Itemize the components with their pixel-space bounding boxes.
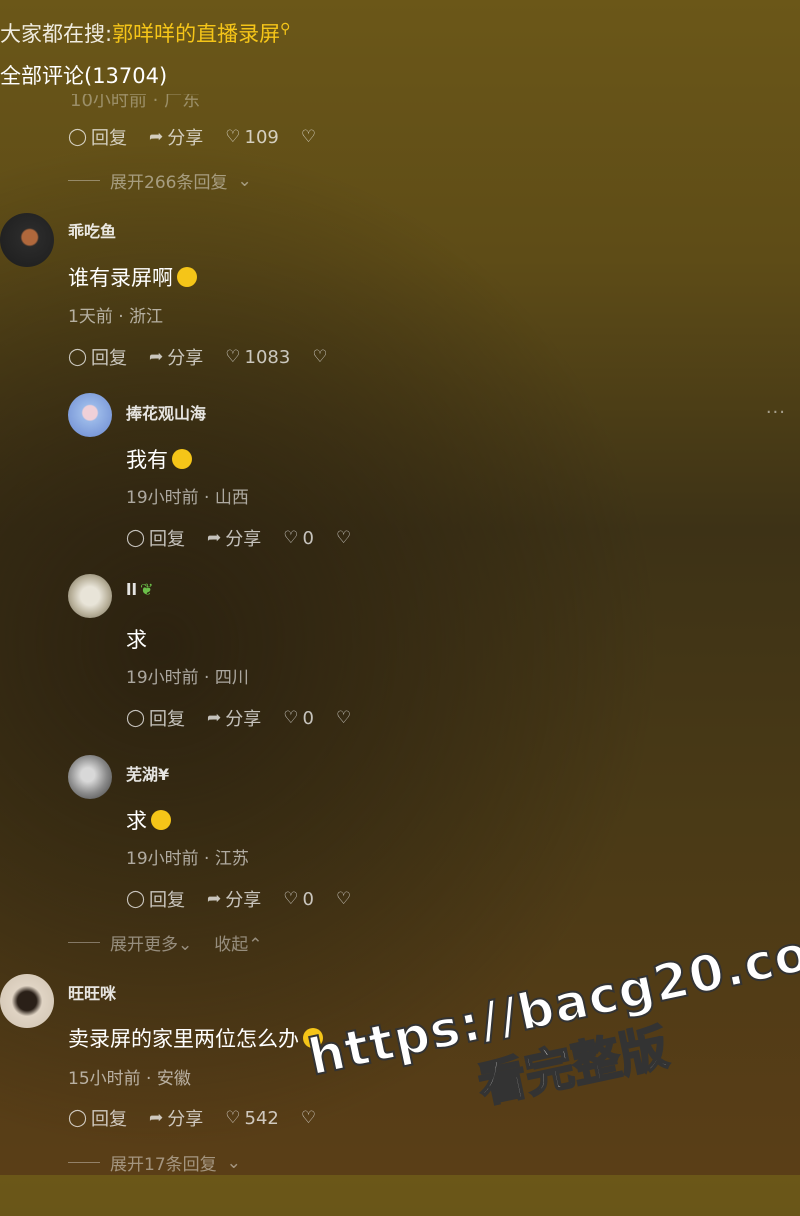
dislike-button[interactable]: ♡ xyxy=(335,888,352,909)
heart-icon: ♡ xyxy=(283,527,299,548)
share-icon: ➦ xyxy=(149,126,164,147)
heart-icon: ♡ xyxy=(225,126,241,147)
reply-button[interactable]: ◯ 回复 xyxy=(68,1105,127,1131)
share-button[interactable]: ➦ 分享 xyxy=(207,886,261,912)
broken-heart-icon: ♡ xyxy=(300,1107,317,1128)
search-suggestion[interactable]: 大家都在搜:郭咩咩的直播录屏⚲ xyxy=(0,18,290,48)
share-button[interactable]: ➦ 分享 xyxy=(149,344,203,370)
search-suggestion-keyword[interactable]: 郭咩咩的直播录屏 xyxy=(112,22,280,46)
watermark: https://bacg20.com 看完整版 xyxy=(302,912,800,1216)
reply-text: 求 xyxy=(126,628,147,652)
avatar[interactable] xyxy=(68,393,112,437)
reply-icon: ◯ xyxy=(68,126,88,147)
comment-actions: ◯ 回复 ➦ 分享 ♡ 542 ♡ xyxy=(68,1105,316,1131)
reply-button[interactable]: ◯ 回复 xyxy=(126,525,185,551)
like-button[interactable]: ♡ 542 xyxy=(225,1108,279,1129)
expand-collapse-row: 展开更多⌄ 收起⌃ xyxy=(68,930,263,955)
like-button[interactable]: ♡ 0 xyxy=(283,889,314,910)
reply-icon: ◯ xyxy=(126,527,146,548)
heart-icon: ♡ xyxy=(225,346,241,367)
comment-actions: ◯ 回复 ➦ 分享 ♡ 1083 ♡ xyxy=(68,344,328,370)
broken-heart-icon: ♡ xyxy=(300,126,317,147)
crying-emoji-icon xyxy=(151,810,171,830)
comment-username[interactable]: 乖吃鱼 xyxy=(68,218,116,242)
reply-meta: 19小时前 · 江苏 xyxy=(126,849,249,869)
divider xyxy=(68,180,100,181)
more-options-icon[interactable]: ··· xyxy=(766,402,786,423)
divider xyxy=(68,1162,100,1163)
dislike-button[interactable]: ♡ xyxy=(312,346,328,367)
avatar[interactable] xyxy=(0,974,54,1028)
reply-username[interactable]: ll ❦ xyxy=(126,580,153,599)
crying-emoji-icon xyxy=(177,267,197,287)
reply-username[interactable]: 芜湖¥ xyxy=(126,761,169,785)
chevron-down-icon: ⌄ xyxy=(226,1152,241,1173)
expand-more-button[interactable]: 展开更多⌄ xyxy=(110,930,192,955)
share-icon: ➦ xyxy=(207,527,222,548)
reply-icon: ◯ xyxy=(68,346,88,367)
comment-meta: 15小时前 · 安徽 xyxy=(68,1069,191,1089)
reply-username[interactable]: 捧花观山海 xyxy=(126,400,206,424)
comments-total: 全部评论(13704) xyxy=(0,64,168,88)
like-button[interactable]: ♡ 1083 xyxy=(225,347,290,368)
reply-actions: ◯ 回复 ➦ 分享 ♡ 0 ♡ xyxy=(126,705,351,731)
reply-actions: ◯ 回复 ➦ 分享 ♡ 0 ♡ xyxy=(126,525,351,551)
reply-meta: 19小时前 · 山西 xyxy=(126,488,249,508)
share-icon: ➦ xyxy=(207,888,222,909)
reply-button[interactable]: ◯ 回复 xyxy=(68,124,127,150)
broken-heart-icon: ♡ xyxy=(335,888,352,909)
reply-text: 我有 xyxy=(126,444,192,474)
share-button[interactable]: ➦ 分享 xyxy=(149,1105,203,1131)
reply-button[interactable]: ◯ 回复 xyxy=(126,705,185,731)
reply-button[interactable]: ◯ 回复 xyxy=(68,344,127,370)
broken-heart-icon: ♡ xyxy=(335,707,352,728)
share-button[interactable]: ➦ 分享 xyxy=(149,124,203,150)
broken-heart-icon: ♡ xyxy=(312,346,328,367)
chevron-up-icon: ⌃ xyxy=(248,935,263,955)
like-button[interactable]: ♡ 109 xyxy=(225,127,279,148)
share-icon: ➦ xyxy=(149,1107,164,1128)
like-button[interactable]: ♡ 0 xyxy=(283,708,314,729)
search-icon: ⚲ xyxy=(280,21,291,37)
collapse-button[interactable]: 收起⌃ xyxy=(214,930,262,955)
dislike-button[interactable]: ♡ xyxy=(335,527,352,548)
reply-actions: ◯ 回复 ➦ 分享 ♡ 0 ♡ xyxy=(126,886,351,912)
chevron-down-icon: ⌄ xyxy=(178,935,193,955)
search-suggestion-prefix: 大家都在搜: xyxy=(0,22,113,46)
share-icon: ➦ xyxy=(149,346,164,367)
comment-actions: ◯ 回复 ➦ 分享 ♡ 109 ♡ xyxy=(68,124,316,150)
share-button[interactable]: ➦ 分享 xyxy=(207,525,261,551)
reply-meta: 19小时前 · 四川 xyxy=(126,668,249,688)
reply-icon: ◯ xyxy=(68,1107,88,1128)
like-button[interactable]: ♡ 0 xyxy=(283,528,314,549)
expand-replies[interactable]: 展开17条回复 ⌄ xyxy=(68,1150,241,1175)
leaf-icon: ❦ xyxy=(139,580,154,599)
reply-icon: ◯ xyxy=(126,888,146,909)
comment-meta: 1天前 · 浙江 xyxy=(68,307,164,327)
dislike-button[interactable]: ♡ xyxy=(300,1107,317,1128)
divider xyxy=(68,942,100,943)
expand-replies[interactable]: 展开266条回复 ⌄ xyxy=(68,168,252,193)
comment-text: 卖录屏的家里两位怎么办 xyxy=(68,1023,323,1053)
dislike-button[interactable]: ♡ xyxy=(335,707,352,728)
avatar[interactable] xyxy=(68,755,112,799)
reply-icon: ◯ xyxy=(126,707,146,728)
heart-icon: ♡ xyxy=(283,707,299,728)
share-button[interactable]: ➦ 分享 xyxy=(207,705,261,731)
dislike-button[interactable]: ♡ xyxy=(300,126,317,147)
comment-username[interactable]: 旺旺咪 xyxy=(68,980,116,1004)
heart-icon: ♡ xyxy=(283,888,299,909)
heart-icon: ♡ xyxy=(225,1107,241,1128)
share-icon: ➦ xyxy=(207,707,222,728)
comment-text: 谁有录屏啊 xyxy=(68,262,197,292)
avatar[interactable] xyxy=(0,213,54,267)
reply-button[interactable]: ◯ 回复 xyxy=(126,886,185,912)
chevron-down-icon: ⌄ xyxy=(237,170,252,191)
reply-text: 求 xyxy=(126,805,171,835)
sunglasses-emoji-icon xyxy=(172,449,192,469)
avatar[interactable] xyxy=(68,574,112,618)
broken-heart-icon: ♡ xyxy=(335,527,352,548)
